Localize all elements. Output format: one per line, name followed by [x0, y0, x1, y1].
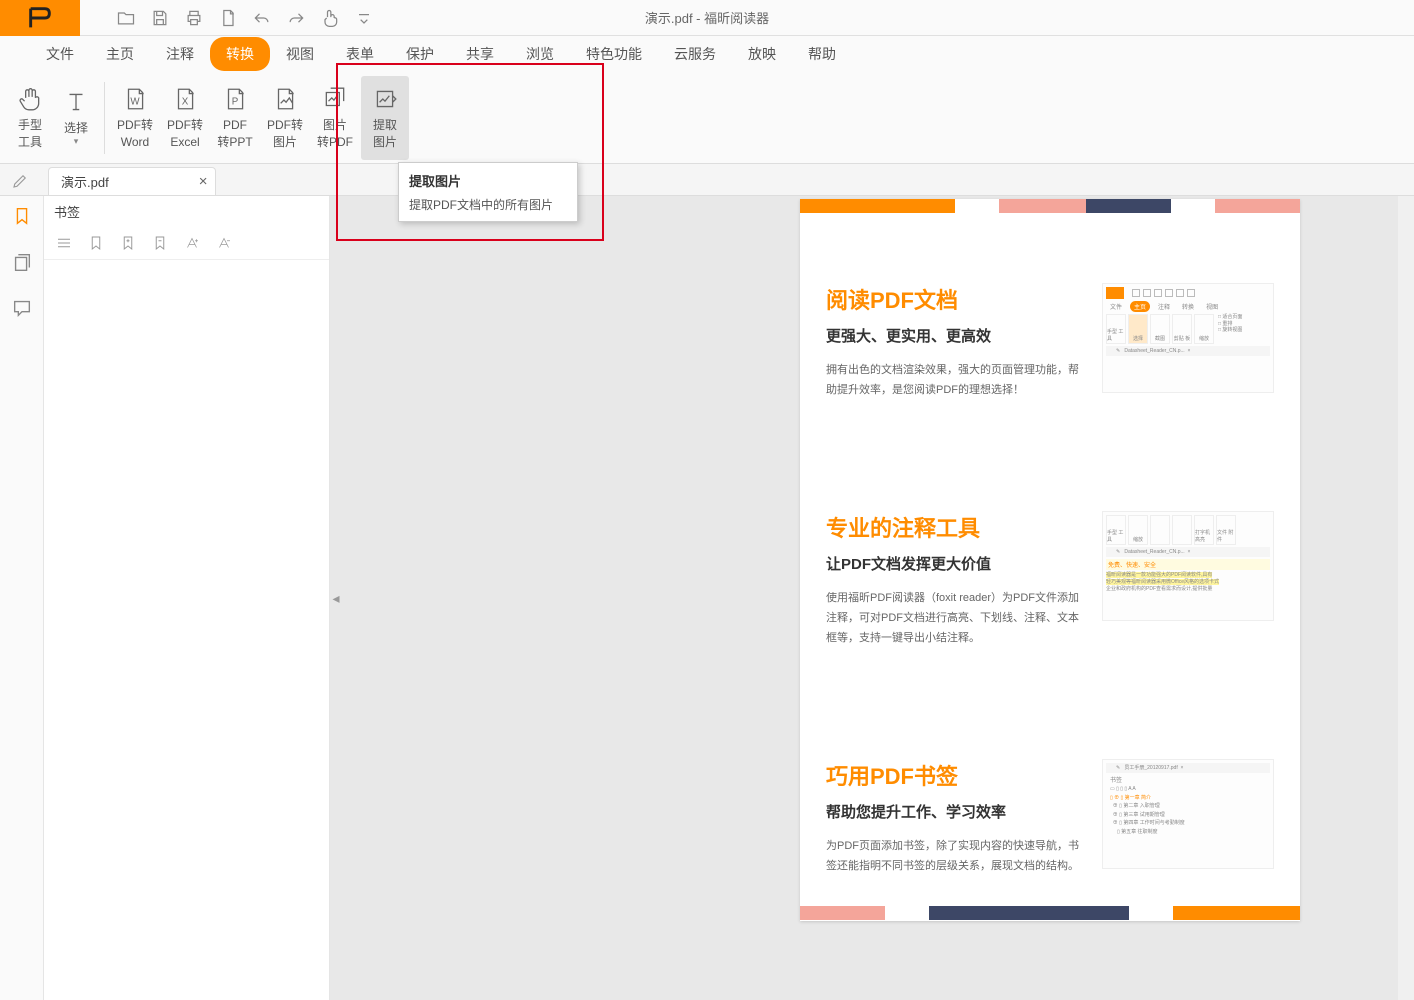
text-larger-icon[interactable] [180, 231, 204, 255]
section-screenshot: 文件 主页 注释 转换 视图 手型 工具 选择 截图 剪贴 板 缩放 [1102, 283, 1274, 393]
image-doc-icon [271, 85, 299, 113]
tab-protect[interactable]: 保护 [390, 37, 450, 71]
tab-cloud[interactable]: 云服务 [658, 37, 732, 71]
page-decoration-bottom [800, 906, 1300, 918]
document-viewport[interactable]: ◂ 阅读PDF文档 更强大、更实用、更高效 拥有出色的文档渲染效果，强大的页面管… [330, 196, 1414, 1000]
hand-icon [16, 85, 44, 113]
left-icon-bar [0, 196, 44, 1000]
save-icon[interactable] [144, 2, 176, 34]
svg-text:W: W [130, 97, 140, 108]
tab-present[interactable]: 放映 [732, 37, 792, 71]
hand-tool-button[interactable]: 手型 工具 [8, 76, 52, 160]
expand-icon[interactable] [52, 231, 76, 255]
new-icon[interactable] [212, 2, 244, 34]
pdf-to-excel-button[interactable]: X PDF转 Excel [161, 76, 209, 160]
tab-annotate[interactable]: 注释 [150, 37, 210, 71]
pdf-to-ppt-button[interactable]: P PDF 转PPT [211, 76, 259, 160]
section-subtitle: 让PDF文档发挥更大价值 [826, 553, 1084, 574]
bookmarks-panel: 书签 [44, 196, 330, 1000]
tab-convert[interactable]: 转换 [210, 37, 270, 71]
panel-toolbar [44, 227, 329, 260]
section-subtitle: 更强大、更实用、更高效 [826, 325, 1084, 346]
tab-label: 演示.pdf [61, 172, 109, 191]
section-screenshot: 手型 工具 缩放 打字机 高亮 文件 附件 ✎ Datasheet_Reader… [1102, 511, 1274, 621]
collapse-handle-icon[interactable]: ◂ [330, 573, 342, 623]
ribbon-label: 图片 转PDF [317, 117, 353, 149]
extract-images-button[interactable]: 提取 图片 [361, 76, 409, 160]
main-area: 书签 ◂ 阅读PDF文档 更强大、更实用、更高效 拥有出色的文档渲 [0, 196, 1414, 1000]
section-title: 阅读PDF文档 [826, 283, 1084, 315]
document-tabs: 演示.pdf × [0, 164, 1414, 196]
ribbon-label: PDF转 Excel [167, 117, 203, 149]
section-body: 使用福昕PDF阅读器（foxit reader）为PDF文件添加注释，可对PDF… [826, 588, 1084, 649]
svg-text:P: P [232, 97, 239, 108]
undo-icon[interactable] [246, 2, 278, 34]
redo-icon[interactable] [280, 2, 312, 34]
section-screenshot: ✎ 员工手册_20120917.pdf × 书签 ▭ ▯ ▯ ▯ A A ▯ ⊕… [1102, 759, 1274, 869]
vertical-scrollbar[interactable] [1398, 196, 1414, 1000]
tab-share[interactable]: 共享 [450, 37, 510, 71]
pdf-page: 阅读PDF文档 更强大、更实用、更高效 拥有出色的文档渲染效果，强大的页面管理功… [800, 199, 1300, 921]
select-tool-button[interactable]: 选择 ▾ [54, 76, 98, 160]
word-doc-icon: W [121, 85, 149, 113]
print-icon[interactable] [178, 2, 210, 34]
excel-doc-icon: X [171, 85, 199, 113]
section-body: 拥有出色的文档渲染效果，强大的页面管理功能，帮助提升效率，是您阅读PDF的理想选… [826, 360, 1084, 401]
ribbon-toolbar: 手型 工具 选择 ▾ W PDF转 Word X PDF转 Excel P PD… [0, 72, 1414, 164]
separator [104, 82, 105, 154]
pdf-to-image-button[interactable]: PDF转 图片 [261, 76, 309, 160]
pen-icon[interactable] [0, 167, 40, 195]
ribbon-label: 手型 工具 [18, 117, 42, 149]
section-title: 专业的注释工具 [826, 511, 1084, 543]
ribbon-label: 选择 [64, 120, 88, 136]
title-bar: 演示.pdf - 福昕阅读器 [0, 0, 1414, 36]
close-tab-icon[interactable]: × [199, 173, 208, 190]
window-title: 演示.pdf - 福昕阅读器 [645, 8, 769, 27]
tab-browse[interactable]: 浏览 [510, 37, 570, 71]
panel-title: 书签 [44, 196, 329, 227]
svg-text:X: X [182, 97, 189, 108]
section-read-pdf: 阅读PDF文档 更强大、更实用、更高效 拥有出色的文档渲染效果，强大的页面管理功… [826, 283, 1274, 401]
ribbon-label: PDF 转PPT [217, 117, 252, 149]
touch-icon[interactable] [314, 2, 346, 34]
menu-tabs: 文件 主页 注释 转换 视图 表单 保护 共享 浏览 特色功能 云服务 放映 帮… [0, 36, 1414, 72]
tab-file[interactable]: 文件 [30, 37, 90, 71]
bookmark-new-icon[interactable] [116, 231, 140, 255]
ppt-doc-icon: P [221, 85, 249, 113]
pdf-to-word-button[interactable]: W PDF转 Word [111, 76, 159, 160]
section-subtitle: 帮助您提升工作、学习效率 [826, 801, 1084, 822]
page-decoration-top [800, 199, 1300, 213]
tooltip-title: 提取图片 [409, 171, 567, 190]
section-title: 巧用PDF书签 [826, 759, 1084, 791]
tab-home[interactable]: 主页 [90, 37, 150, 71]
image-stack-icon [321, 85, 349, 113]
tooltip-desc: 提取PDF文档中的所有图片 [409, 196, 567, 213]
pages-icon[interactable] [8, 248, 36, 276]
ribbon-label: PDF转 Word [117, 117, 153, 149]
cursor-icon [62, 88, 90, 116]
tab-form[interactable]: 表单 [330, 37, 390, 71]
document-tab[interactable]: 演示.pdf × [48, 167, 216, 195]
extract-image-icon [371, 85, 399, 113]
comments-icon[interactable] [8, 294, 36, 322]
quick-access-toolbar [110, 2, 380, 34]
bookmark-remove-icon[interactable] [148, 231, 172, 255]
section-bookmarks: 巧用PDF书签 帮助您提升工作、学习效率 为PDF页面添加书签，除了实现内容的快… [826, 759, 1274, 877]
app-logo [0, 0, 80, 36]
page-content: 阅读PDF文档 更强大、更实用、更高效 拥有出色的文档渲染效果，强大的页面管理功… [800, 213, 1300, 876]
image-to-pdf-button[interactable]: 图片 转PDF [311, 76, 359, 160]
qat-dropdown-icon[interactable] [348, 2, 380, 34]
bookmarks-icon[interactable] [8, 202, 36, 230]
tab-help[interactable]: 帮助 [792, 37, 852, 71]
section-body: 为PDF页面添加书签，除了实现内容的快速导航，书签还能指明不同书签的层级关系，展… [826, 836, 1084, 877]
text-smaller-icon[interactable] [212, 231, 236, 255]
ribbon-label: PDF转 图片 [267, 117, 303, 149]
open-icon[interactable] [110, 2, 142, 34]
bookmark-add-icon[interactable] [84, 231, 108, 255]
tab-features[interactable]: 特色功能 [570, 37, 658, 71]
ribbon-label: 提取 图片 [373, 117, 397, 149]
tab-view[interactable]: 视图 [270, 37, 330, 71]
tooltip: 提取图片 提取PDF文档中的所有图片 [398, 162, 578, 222]
section-annotation: 专业的注释工具 让PDF文档发挥更大价值 使用福昕PDF阅读器（foxit re… [826, 511, 1274, 649]
